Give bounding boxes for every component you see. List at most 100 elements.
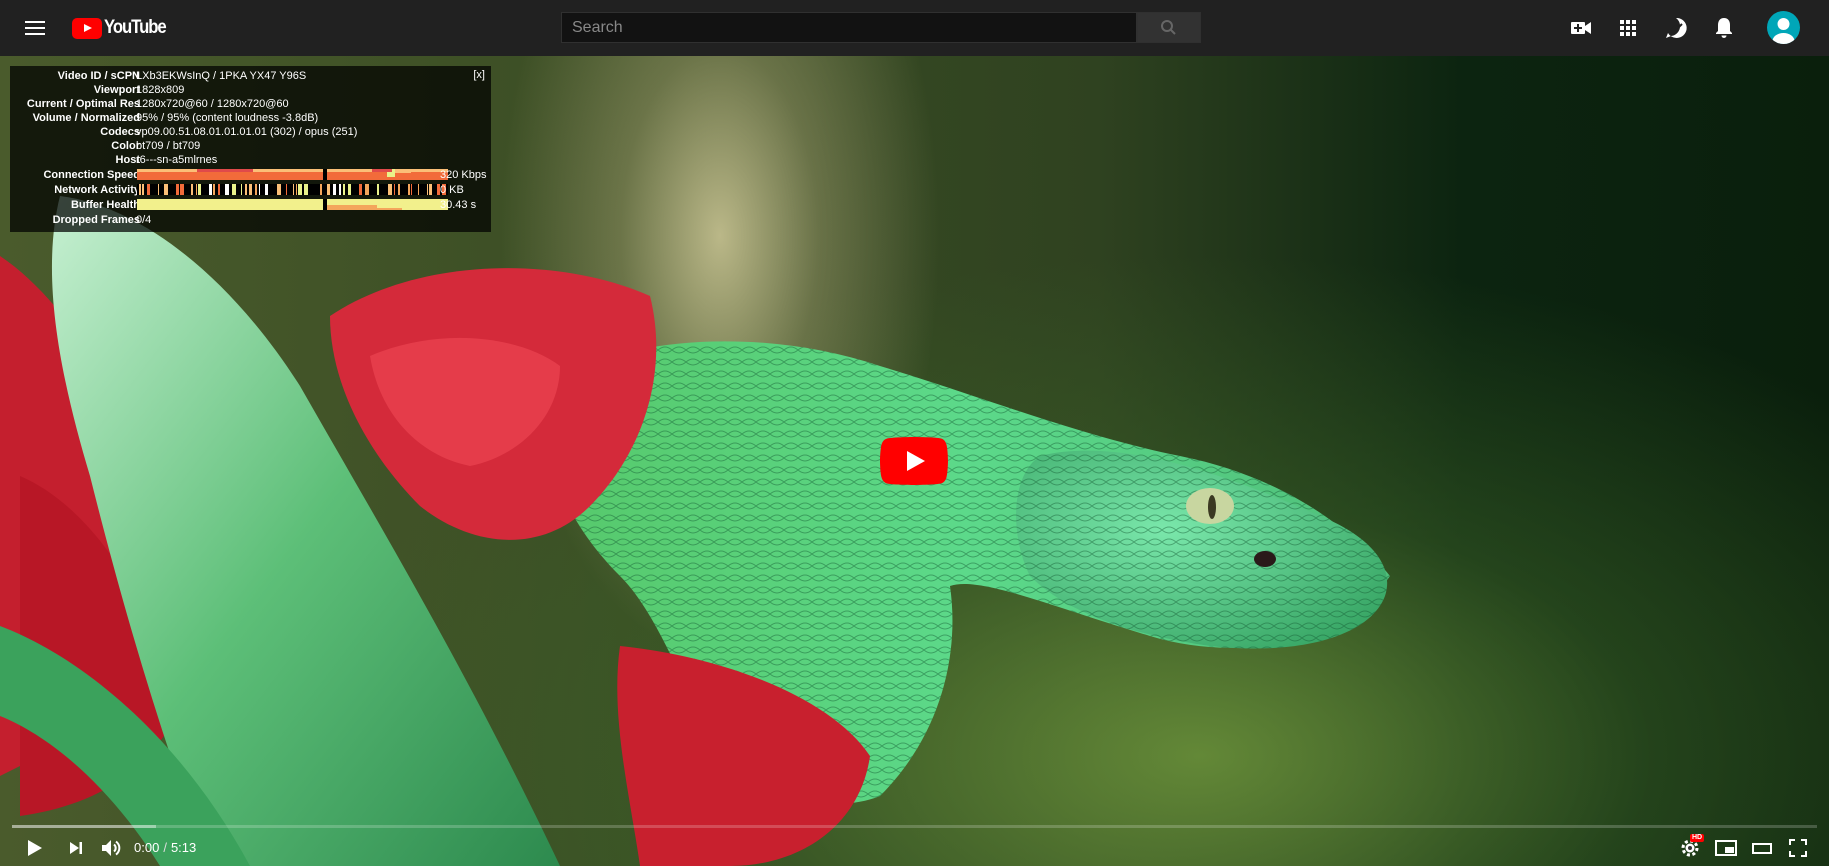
network-activity-bar [365, 184, 369, 195]
progress-bar[interactable] [12, 825, 1817, 828]
stat-row-buffer-health: Buffer Health 30.43 s [10, 198, 491, 212]
stat-label: Connection Speed [43, 169, 140, 181]
network-activity-bar [359, 184, 362, 195]
player-controls: 0:00/5:13 HD [0, 830, 1829, 866]
stat-value: vp09.00.51.08.01.01.01.01 (302) / opus (… [136, 126, 358, 138]
search-input[interactable]: Search [561, 12, 1137, 43]
play-button[interactable] [22, 836, 46, 860]
network-activity-bar [191, 184, 193, 195]
network-activity-bar [298, 184, 302, 195]
network-activity-bar [394, 184, 395, 195]
stat-value: 0 KB [440, 184, 464, 196]
hd-badge: HD [1690, 834, 1705, 842]
menu-icon[interactable] [22, 16, 48, 40]
network-activity-bar [327, 184, 330, 195]
stat-value: 1280x720@60 / 1280x720@60 [136, 98, 289, 110]
search-icon [1161, 20, 1176, 35]
avatar[interactable] [1767, 11, 1800, 44]
network-activity-bar [320, 184, 322, 195]
stat-row-video-id: Video ID / sCPN LXb3EKWsInQ / 1PKA YX47 … [10, 69, 491, 83]
stat-label: Network Activity [54, 184, 140, 196]
stat-label: Dropped Frames [52, 214, 140, 226]
network-activity-bar [377, 184, 379, 195]
youtube-logo-icon [72, 17, 102, 39]
network-activity-bar [265, 184, 268, 195]
large-play-button[interactable] [880, 437, 948, 485]
network-activity-bar [176, 184, 179, 195]
time-display: 0:00/5:13 [134, 839, 196, 857]
stat-label: Volume / Normalized [32, 112, 140, 124]
mute-button[interactable] [99, 836, 123, 860]
stat-row-resolution: Current / Optimal Res 1280x720@60 / 1280… [10, 97, 491, 111]
stat-label: Buffer Health [70, 199, 140, 211]
youtube-logo[interactable]: YouTube [72, 16, 174, 40]
network-activity-graph [137, 184, 448, 195]
network-activity-bar [241, 184, 242, 195]
stat-label: Viewport [93, 84, 140, 96]
miniplayer-icon [1715, 840, 1737, 856]
network-activity-bar [213, 184, 215, 195]
search-button[interactable] [1137, 12, 1201, 43]
network-activity-bar [139, 184, 141, 195]
network-activity-bar [286, 184, 287, 195]
theater-mode-button[interactable] [1750, 836, 1774, 860]
network-activity-bar [293, 184, 294, 195]
stat-row-host: Host r6---sn-a5mlrnes [10, 153, 491, 167]
messages-icon[interactable] [1662, 14, 1690, 42]
network-activity-bar [343, 184, 345, 195]
settings-button[interactable]: HD [1678, 834, 1705, 860]
network-activity-bar [429, 184, 432, 195]
progress-loaded [12, 825, 157, 828]
network-activity-bar [147, 184, 150, 195]
stat-label: Current / Optimal Res [26, 98, 140, 110]
stat-value: 0/4 [136, 214, 152, 226]
network-activity-bar [333, 184, 336, 195]
notifications-icon[interactable] [1710, 14, 1738, 42]
network-activity-bar [164, 184, 168, 195]
next-button[interactable] [64, 836, 88, 860]
network-activity-bar [427, 184, 428, 195]
time-current: 0:00 [134, 840, 160, 855]
create-video-icon[interactable] [1567, 14, 1595, 42]
network-activity-bar [255, 184, 257, 195]
volume-icon [102, 840, 121, 856]
network-activity-bar [180, 184, 184, 195]
network-activity-bar [411, 184, 412, 195]
network-activity-bar [296, 184, 297, 195]
miniplayer-button[interactable] [1714, 836, 1738, 860]
network-activity-bar [158, 184, 159, 195]
stat-label: Codecs [100, 126, 140, 138]
network-activity-bar [196, 184, 197, 195]
stats-for-nerds-panel: [x] Video ID / sCPN LXb3EKWsInQ / 1PKA Y… [10, 66, 491, 232]
stat-value: r6---sn-a5mlrnes [136, 154, 218, 166]
youtube-logo-text: YouTube [104, 17, 167, 38]
skip-next-icon [70, 842, 82, 854]
stat-row-color: Color bt709 / bt709 [10, 139, 491, 153]
network-activity-bar [209, 184, 212, 195]
play-icon [28, 840, 42, 856]
stat-value: 95% / 95% (content loudness -3.8dB) [136, 112, 319, 124]
network-activity-bar [259, 184, 260, 195]
stat-row-dropped-frames: Dropped Frames 0/4 [10, 213, 491, 227]
network-activity-bar [198, 184, 201, 195]
network-activity-bar [339, 184, 341, 195]
fullscreen-icon [1789, 839, 1807, 857]
network-activity-bar [245, 184, 247, 195]
connection-speed-graph [137, 169, 448, 180]
stat-value: 30.43 s [440, 199, 477, 211]
network-activity-bar [225, 184, 229, 195]
stat-value: LXb3EKWsInQ / 1PKA YX47 Y96S [136, 70, 307, 82]
network-activity-bar [348, 184, 351, 195]
time-duration: 5:13 [170, 840, 197, 855]
stat-row-network-activity: Network Activity 0 KB [10, 183, 491, 197]
fullscreen-button[interactable] [1786, 836, 1810, 860]
network-activity-bar [232, 184, 236, 195]
buffer-health-graph [137, 199, 448, 210]
apps-icon[interactable] [1614, 14, 1642, 42]
stat-row-volume: Volume / Normalized 95% / 95% (content l… [10, 111, 491, 125]
stat-value: 320 Kbps [440, 169, 487, 181]
network-activity-bar [249, 184, 252, 195]
play-icon [880, 437, 948, 485]
stat-value: bt709 / bt709 [136, 140, 201, 152]
network-activity-bar [388, 184, 392, 195]
